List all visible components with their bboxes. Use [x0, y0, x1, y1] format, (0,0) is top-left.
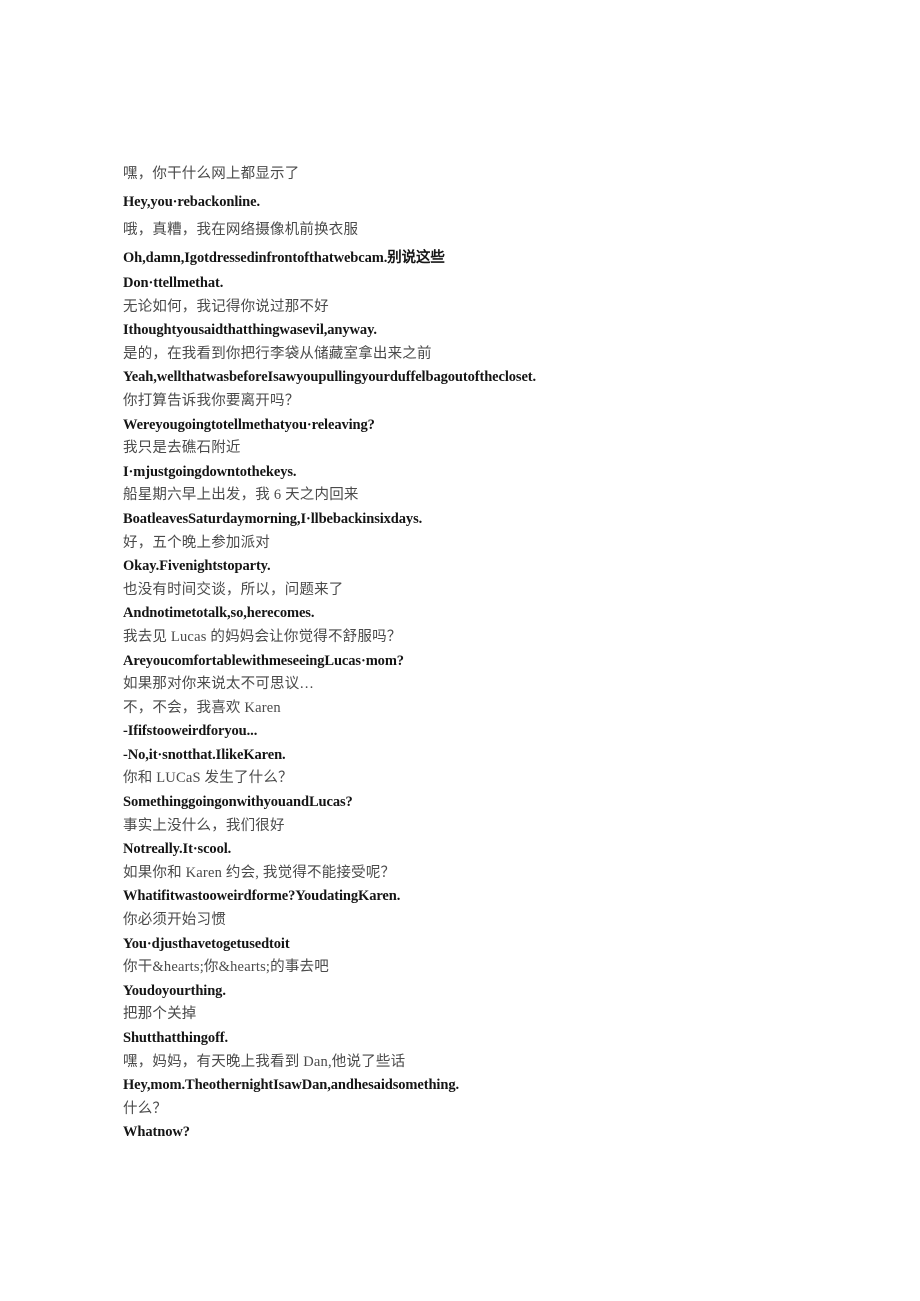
transcript-line: 我去见 Lucas 的妈妈会让你觉得不舒服吗？ [123, 628, 402, 645]
transcript-line: Hey,you·rebackonline. [123, 194, 261, 210]
transcript-line: 好，五个晚上参加派对 [123, 534, 270, 551]
transcript-line: 什么？ [123, 1100, 168, 1117]
transcript-line: Wereyougoingtotellmethatyou·releaving? [123, 416, 375, 433]
transcript-line: Notreally.It·scool. [123, 841, 232, 858]
transcript-line: Ithoughtyousaidthatthingwasevil,anyway. [123, 322, 377, 339]
transcript-line: 不，不会，我喜欢 Karen [123, 699, 281, 716]
transcript-body: 嘿，你干什么网上都显示了 Hey,you·rebackonline. 哦，真糟，我在… [123, 160, 823, 1145]
transcript-line: BoatleavesSaturdaymorning,I·llbebackinsi… [123, 510, 423, 527]
transcript-line: -No,it·snotthat.IlikeKaren. [123, 746, 286, 763]
transcript-line: Okay.Fivenightstoparty. [123, 558, 271, 575]
transcript-line: Andnotimetotalk,so,herecomes. [123, 605, 315, 622]
transcript-line: Yeah,wellthatwasbeforeIsawyoupullingyour… [123, 369, 537, 386]
transcript-line: Hey,mom.TheothernightIsawDan,andhesaidso… [123, 1077, 459, 1094]
transcript-line: Shutthatthingoff. [123, 1030, 229, 1046]
transcript-line: Youdoyourthing. [123, 982, 226, 999]
transcript-line: -Ififstooweirdforyou... [123, 723, 258, 740]
transcript-line: 是的，在我看到你把行李袋从储藏室拿出来之前 [123, 345, 432, 362]
transcript-line: 无论如何，我记得你说过那不好 [123, 298, 329, 315]
transcript-line: 把那个关掉 [123, 1006, 197, 1023]
transcript-line: 船星期六早上出发，我 6 天之内回来 [123, 487, 359, 504]
transcript-line: You·djusthavetogetusedtoit [123, 935, 290, 952]
transcript-line: Whatnow? [123, 1124, 190, 1141]
transcript-line: 我只是去礁石附近 [123, 440, 241, 457]
transcript-line: 你和 LUCaS 发生了什么？ [123, 770, 293, 787]
document-page: 嘿，你干什么网上都显示了 Hey,you·rebackonline. 哦，真糟，我在… [0, 0, 920, 1301]
transcript-line: 事实上没什么，我们很好 [123, 817, 285, 834]
transcript-line: 嘿，妈妈，有天晚上我看到 Dan,他说了些话 [123, 1053, 406, 1070]
transcript-line: 也没有时间交谈，所以，问题来了 [123, 581, 344, 598]
transcript-line: 嘿，你干什么网上都显示了 [123, 166, 300, 182]
transcript-line: 如果你和 Karen 约会, 我觉得不能接受呢？ [123, 864, 396, 881]
transcript-line: Don·ttellmethat. [123, 275, 224, 291]
transcript-line: I·mjustgoingdowntothekeys. [123, 463, 297, 480]
transcript-line: Oh,damn,Igotdressedinfrontofthatwebcam.别… [123, 250, 445, 266]
transcript-line: 你必须开始习惯 [123, 912, 226, 929]
transcript-line: Whatifitwastooweirdforme?YoudatingKaren. [123, 888, 401, 905]
transcript-line: 你干&hearts;你&hearts;的事去吧 [123, 959, 329, 976]
transcript-line: SomethinggoingonwithyouandLucas? [123, 794, 353, 811]
transcript-line: 你打算告诉我你要离开吗？ [123, 392, 300, 409]
transcript-line: 哦，真糟，我在网络摄像机前换衣服 [123, 222, 359, 238]
transcript-line: 如果那对你来说太不可思议… [123, 676, 315, 693]
transcript-line: AreyoucomfortablewithmeseeingLucas·mom? [123, 652, 404, 669]
